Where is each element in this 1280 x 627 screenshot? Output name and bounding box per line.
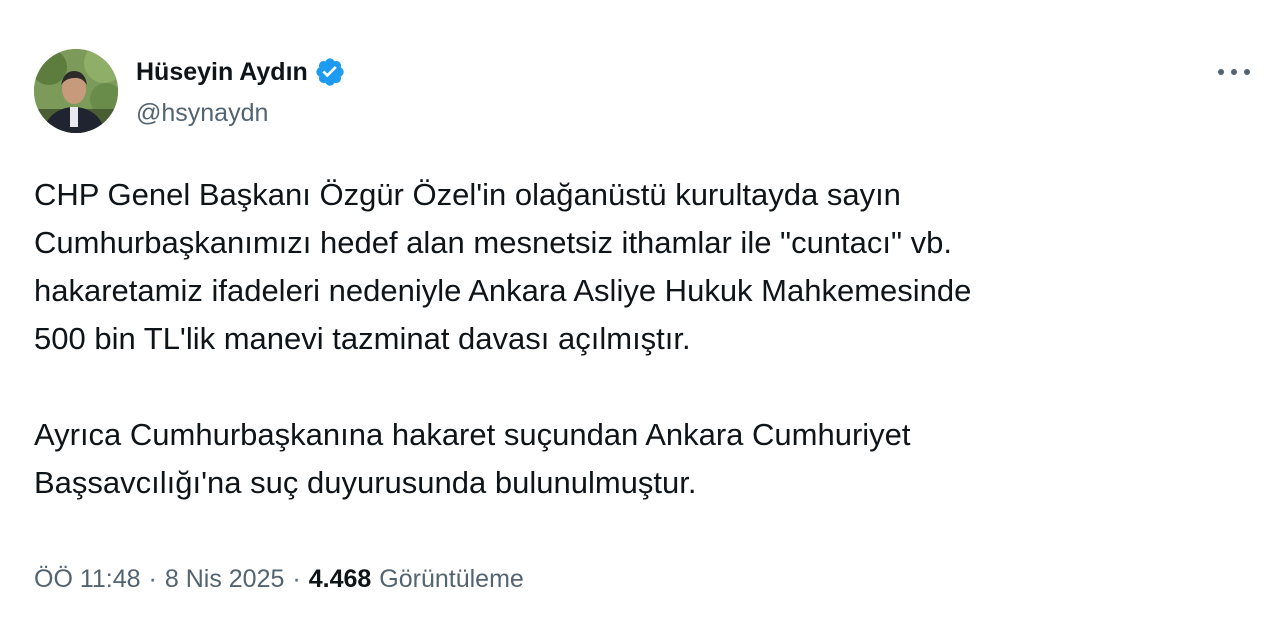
views-label: Görüntüleme <box>379 565 524 593</box>
avatar[interactable] <box>34 49 118 133</box>
cropped-header-text <box>158 0 338 12</box>
author-handle[interactable]: @hsynaydn <box>136 99 268 128</box>
tweet-meta: ÖÖ 11:48 · 8 Nis 2025 · 4.468 Görüntülem… <box>34 565 524 594</box>
tweet-text: CHP Genel Başkanı Özgür Özel'in olağanüs… <box>34 171 1244 507</box>
author-display-name[interactable]: Hüseyin Aydın <box>136 58 308 87</box>
meta-separator: · <box>148 565 157 593</box>
more-horizontal-icon <box>1218 69 1250 75</box>
more-options-button[interactable] <box>1212 56 1256 88</box>
author-name-row[interactable]: Hüseyin Aydın <box>136 55 346 89</box>
tweet-text-line: Ayrıca Cumhurbaşkanına hakaret suçundan … <box>34 417 911 452</box>
tweet-card: Hüseyin Aydın @hsynaydn CHP Genel Başkan… <box>0 0 1280 627</box>
verified-badge-icon <box>314 56 346 88</box>
tweet-date[interactable]: 8 Nis 2025 <box>165 565 285 594</box>
tweet-text-line: hakaretamiz ifadeleri nedeniyle Ankara A… <box>34 273 972 308</box>
views-count[interactable]: 4.468 <box>309 565 372 594</box>
cropped-text-fragment <box>158 0 338 4</box>
tweet-time[interactable]: ÖÖ 11:48 <box>34 565 141 594</box>
tweet-text-line: Başsavcılığı'na suç duyurusunda bulunulm… <box>34 465 697 500</box>
tweet-text-line: CHP Genel Başkanı Özgür Özel'in olağanüs… <box>34 177 901 212</box>
tweet-text-line: 500 bin TL'lik manevi tazminat davası aç… <box>34 321 691 356</box>
avatar-photo <box>34 49 118 133</box>
tweet-text-line: Cumhurbaşkanımızı hedef alan mesnetsiz i… <box>34 225 952 260</box>
meta-separator: · <box>292 565 301 593</box>
